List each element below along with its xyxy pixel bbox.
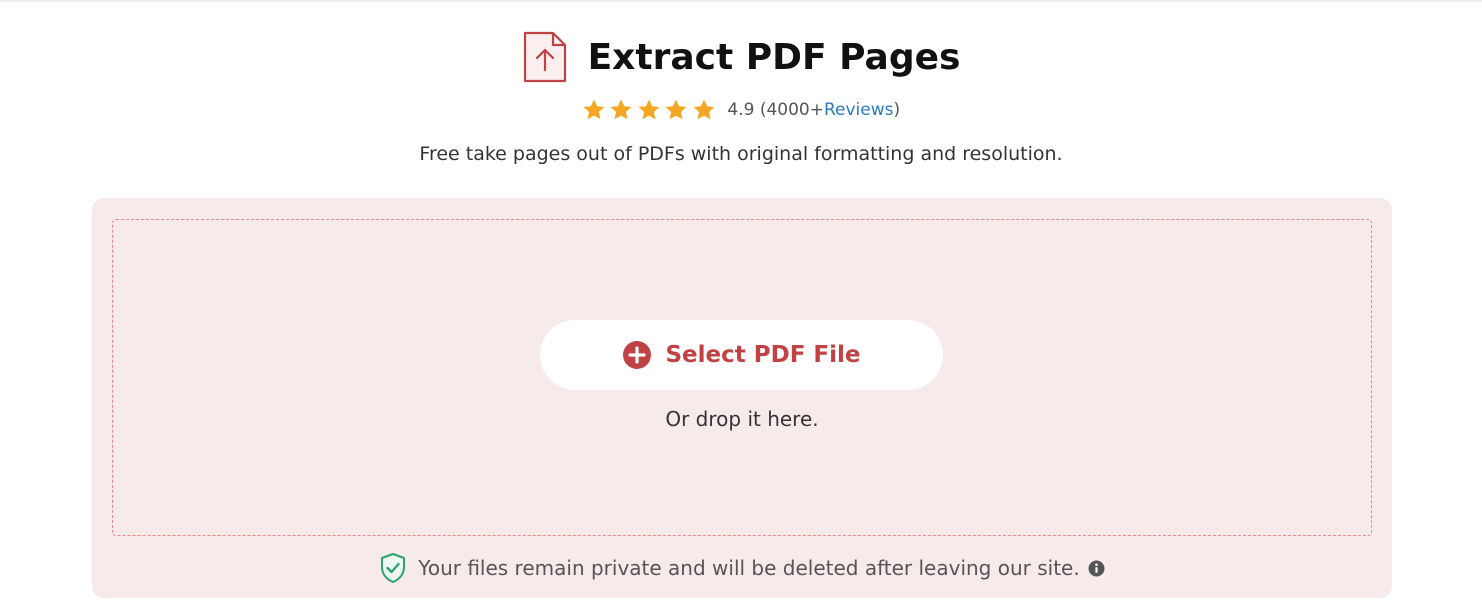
shield-check-icon <box>379 552 407 584</box>
top-divider <box>0 0 1482 2</box>
pdf-upload-icon <box>522 30 568 84</box>
reviews-link[interactable]: Reviews <box>824 100 894 120</box>
page-header: Extract PDF Pages <box>0 28 1482 86</box>
file-drop-zone[interactable]: Select PDF File Or drop it here. <box>112 219 1372 536</box>
privacy-notice: Your files remain private and will be de… <box>92 551 1392 585</box>
star-icon <box>582 98 606 122</box>
select-pdf-button[interactable]: Select PDF File <box>540 320 943 390</box>
review-count-suffix: ) <box>893 100 901 120</box>
star-icon <box>664 98 688 122</box>
privacy-text: Your files remain private and will be de… <box>418 556 1080 580</box>
upload-panel: Select PDF File Or drop it here. Your fi… <box>92 198 1392 598</box>
star-icon <box>637 98 661 122</box>
review-count-prefix: (4000+ <box>759 100 824 120</box>
star-icon <box>692 98 716 122</box>
star-icon <box>609 98 633 122</box>
select-pdf-label: Select PDF File <box>665 342 861 368</box>
star-rating <box>582 98 720 122</box>
rating-score: 4.9 <box>727 100 755 120</box>
info-icon[interactable] <box>1088 560 1105 577</box>
page-title: Extract PDF Pages <box>587 36 961 78</box>
plus-circle-icon <box>622 340 652 370</box>
page-subtitle: Free take pages out of PDFs with origina… <box>419 143 1063 165</box>
drop-hint: Or drop it here. <box>665 407 819 431</box>
rating-summary: 4.9 (4000+ Reviews) <box>0 96 1482 124</box>
